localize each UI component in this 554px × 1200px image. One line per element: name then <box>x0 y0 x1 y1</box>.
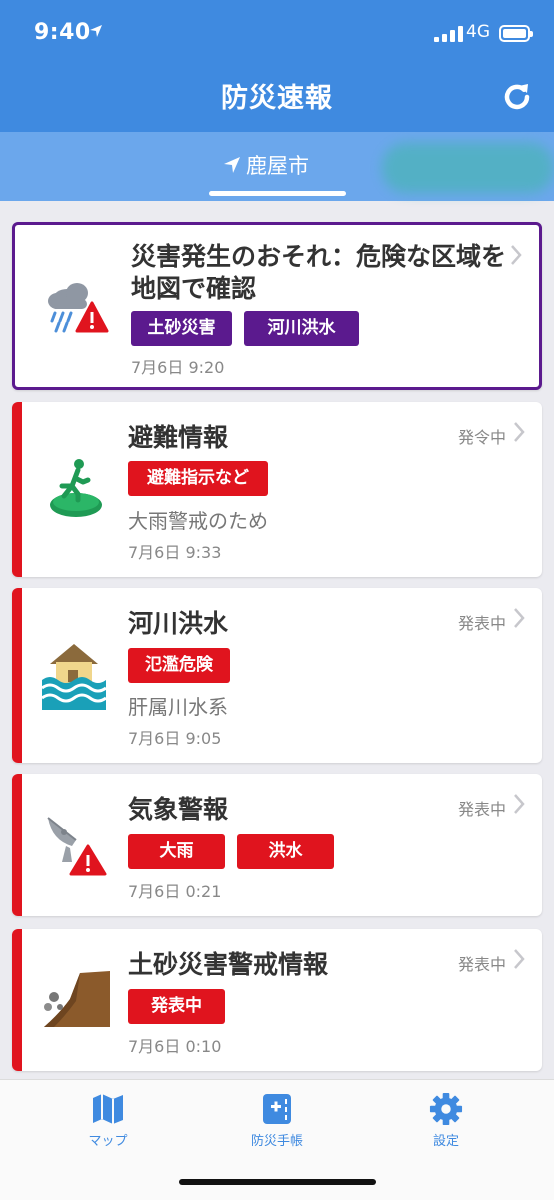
card-status: 発表中 <box>457 800 506 819</box>
severity-bar <box>12 588 22 763</box>
card-status: 発表中 <box>457 955 506 974</box>
chevron-right-icon <box>514 949 525 969</box>
card-status: 発令中 <box>457 428 506 447</box>
page-title: 防災速報 <box>221 83 333 114</box>
refresh-icon[interactable] <box>500 80 534 114</box>
home-indicator[interactable] <box>179 1179 376 1185</box>
nav-notebook-label: 防災手帳 <box>250 1134 303 1149</box>
tag-badge: 発表中 <box>128 989 225 1024</box>
tag-group: 大雨 洪水 <box>128 834 334 869</box>
landslide-icon <box>44 971 110 1027</box>
rain-warning-icon <box>48 283 109 333</box>
danger-map-card[interactable]: 災害発生のおそれ：危険な区域を 地図で確認 土砂災害 河川洪水 7月6日 9:2… <box>12 222 542 390</box>
signal-icon <box>434 26 464 42</box>
radar-warning-icon <box>47 817 107 876</box>
evacuation-icon <box>50 459 102 517</box>
chevron-right-icon <box>514 794 525 814</box>
nav-settings-label: 設定 <box>432 1134 459 1149</box>
app-header: 9:40 4G 防災速報 <box>0 0 554 132</box>
tag-badge: 避難指示など <box>128 461 268 496</box>
evacuation-info-card[interactable]: 避難情報 発令中 避難指示など 大雨警戒のため 7月6日 9:33 <box>12 402 542 577</box>
tag-badge: 大雨 <box>128 834 225 869</box>
chevron-right-icon <box>514 608 525 628</box>
tag-badge: 河川洪水 <box>244 311 359 346</box>
network-type: 4G <box>466 22 490 42</box>
weather-warning-card[interactable]: 気象警報 発表中 大雨 洪水 7月6日 0:21 <box>12 774 542 916</box>
card-status: 発表中 <box>457 614 506 633</box>
alert-list: 災害発生のおそれ：危険な区域を 地図で確認 土砂災害 河川洪水 7月6日 9:2… <box>0 201 554 1079</box>
card-title: 避難情報 <box>128 423 229 452</box>
card-date: 7月6日 0:10 <box>128 1037 222 1056</box>
house-flood-icon <box>41 644 107 710</box>
river-flood-card[interactable]: 河川洪水 発表中 氾濫危険 肝属川水系 7月6日 9:05 <box>12 588 542 763</box>
status-bar: 9:40 4G <box>0 0 554 70</box>
card-date: 7月6日 9:05 <box>128 729 222 748</box>
severity-bar <box>12 402 22 577</box>
chevron-right-icon <box>514 422 525 442</box>
tag-group: 氾濫危険 <box>128 648 230 683</box>
tab-location[interactable]: 鹿屋市 <box>222 150 309 180</box>
map-icon <box>93 1094 123 1124</box>
location-services-icon <box>90 25 102 37</box>
card-description: 大雨警戒のため <box>128 509 268 533</box>
tag-group: 避難指示など <box>128 461 268 496</box>
tag-badge: 氾濫危険 <box>128 648 230 683</box>
landslide-alert-card[interactable]: 土砂災害警戒情報 発表中 発表中 7月6日 0:10 <box>12 929 542 1071</box>
nav-settings[interactable]: 設定 <box>386 1092 506 1149</box>
card-date: 7月6日 0:21 <box>128 882 222 901</box>
status-time: 9:40 <box>34 20 91 45</box>
card-date: 7月6日 9:20 <box>131 358 225 377</box>
tab-location-label: 鹿屋市 <box>246 154 309 178</box>
tag-badge: 土砂災害 <box>131 311 232 346</box>
card-title: 土砂災害警戒情報 <box>128 950 329 979</box>
tag-group: 土砂災害 河川洪水 <box>131 311 359 346</box>
card-date: 7月6日 9:33 <box>128 543 222 562</box>
chevron-right-icon <box>511 245 522 265</box>
card-title: 災害発生のおそれ：危険な区域を 地図で確認 <box>131 242 507 303</box>
tab-selected-indicator <box>209 191 346 196</box>
tab-obscured-location[interactable] <box>382 143 554 193</box>
severity-bar <box>12 774 22 916</box>
notebook-icon <box>263 1094 291 1124</box>
severity-bar <box>12 929 22 1071</box>
location-arrow-icon <box>224 157 240 173</box>
tag-badge: 洪水 <box>237 834 334 869</box>
card-description: 肝属川水系 <box>128 695 228 719</box>
battery-icon <box>499 25 533 42</box>
nav-notebook[interactable]: 防災手帳 <box>217 1092 337 1149</box>
tag-group: 発表中 <box>128 989 225 1024</box>
gear-icon <box>429 1092 463 1126</box>
nav-map[interactable]: マップ <box>48 1092 168 1149</box>
card-title: 河川洪水 <box>128 609 229 638</box>
nav-map-label: マップ <box>88 1134 128 1149</box>
card-title: 気象警報 <box>128 795 229 824</box>
